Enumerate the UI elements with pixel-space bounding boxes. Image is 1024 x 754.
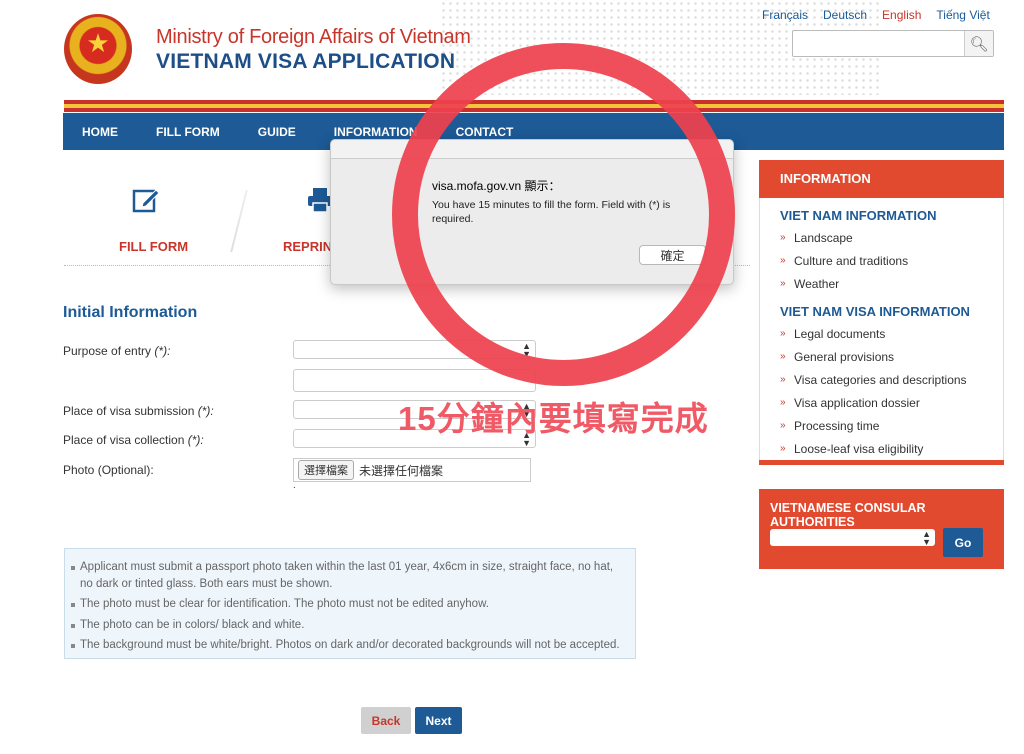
- sidebar-section-visa-info[interactable]: VIET NAM VISA INFORMATION: [780, 304, 970, 319]
- site-title[interactable]: VIETNAM VISA APPLICATION: [156, 50, 455, 74]
- submission-label: Place of visa submission (*):: [63, 404, 214, 418]
- note-item: Applicant must submit a passport photo t…: [71, 559, 627, 592]
- step-fill-form[interactable]: FILL FORM: [119, 239, 188, 254]
- sidebar-item-culture[interactable]: » Culture and traditions: [780, 254, 908, 268]
- lang-deutsch[interactable]: Deutsch: [823, 8, 867, 22]
- lang-francais[interactable]: Français: [762, 8, 808, 22]
- annotation-text: 15分鐘內要填寫完成: [398, 400, 709, 437]
- ministry-name: Ministry of Foreign Affairs of Vietnam: [156, 26, 471, 48]
- sidebar-item-processing-time[interactable]: » Processing time: [780, 419, 879, 433]
- sidebar-item-loose-leaf[interactable]: » Loose-leaf visa eligibility: [780, 442, 923, 456]
- consular-select[interactable]: ▲ ▼: [770, 529, 935, 547]
- sidebar-item-general-provisions[interactable]: » General provisions: [780, 350, 894, 364]
- consular-title: VIETNAMESE CONSULAR AUTHORITIES: [770, 501, 926, 529]
- sidebar-item-legal-documents[interactable]: » Legal documents: [780, 327, 885, 341]
- next-button[interactable]: Next: [415, 707, 462, 734]
- note-item: The photo must be clear for identificati…: [71, 596, 627, 613]
- collection-label: Place of visa collection (*):: [63, 433, 204, 447]
- nav-home[interactable]: HOME: [82, 125, 118, 139]
- lang-tieng-viet[interactable]: Tiếng Việt: [936, 8, 989, 22]
- nav-information[interactable]: INFORMATION: [334, 125, 418, 139]
- annotation-circle: [392, 43, 735, 386]
- choose-file-button[interactable]: 選擇檔案: [298, 460, 354, 480]
- sidebar-header: INFORMATION: [759, 160, 1004, 198]
- sidebar-section-vn-info[interactable]: VIET NAM INFORMATION: [780, 208, 936, 223]
- sidebar-item-visa-dossier[interactable]: » Visa application dossier: [780, 396, 920, 410]
- file-hint: .: [293, 480, 296, 491]
- sidebar-item-weather[interactable]: » Weather: [780, 277, 839, 291]
- search-box[interactable]: 🔍︎: [792, 30, 994, 57]
- photo-label: Photo (Optional):: [63, 463, 154, 477]
- photo-requirements-note: Applicant must submit a passport photo t…: [64, 548, 636, 659]
- national-emblem-icon[interactable]: ★: [64, 14, 132, 84]
- search-icon[interactable]: 🔍︎: [964, 31, 993, 56]
- step-divider: [230, 190, 248, 252]
- sidebar-bottom-bar: [759, 460, 1004, 465]
- sidebar-item-visa-categories[interactable]: » Visa categories and descriptions: [780, 373, 967, 387]
- back-button[interactable]: Back: [361, 707, 411, 734]
- photo-file-input[interactable]: 選擇檔案 未選擇任何檔案: [293, 458, 531, 482]
- consular-panel: VIETNAMESE CONSULAR AUTHORITIES ▲ ▼ Go: [759, 489, 1004, 569]
- edit-icon: [131, 185, 161, 220]
- nav-guide[interactable]: GUIDE: [258, 125, 296, 139]
- lang-english[interactable]: English: [882, 8, 921, 22]
- purpose-label: Purpose of entry (*):: [63, 344, 171, 358]
- note-item: The photo can be in colors/ black and wh…: [71, 617, 627, 634]
- section-title: Initial Information: [63, 304, 198, 321]
- note-item: The background must be white/bright. Pho…: [71, 637, 627, 654]
- go-button[interactable]: Go: [943, 528, 983, 557]
- language-switcher: Français Deutsch English Tiếng Việt: [762, 8, 1005, 22]
- nav-fill-form[interactable]: FILL FORM: [156, 125, 220, 139]
- file-status: 未選擇任何檔案: [359, 463, 444, 478]
- sidebar-item-landscape[interactable]: » Landscape: [780, 231, 853, 245]
